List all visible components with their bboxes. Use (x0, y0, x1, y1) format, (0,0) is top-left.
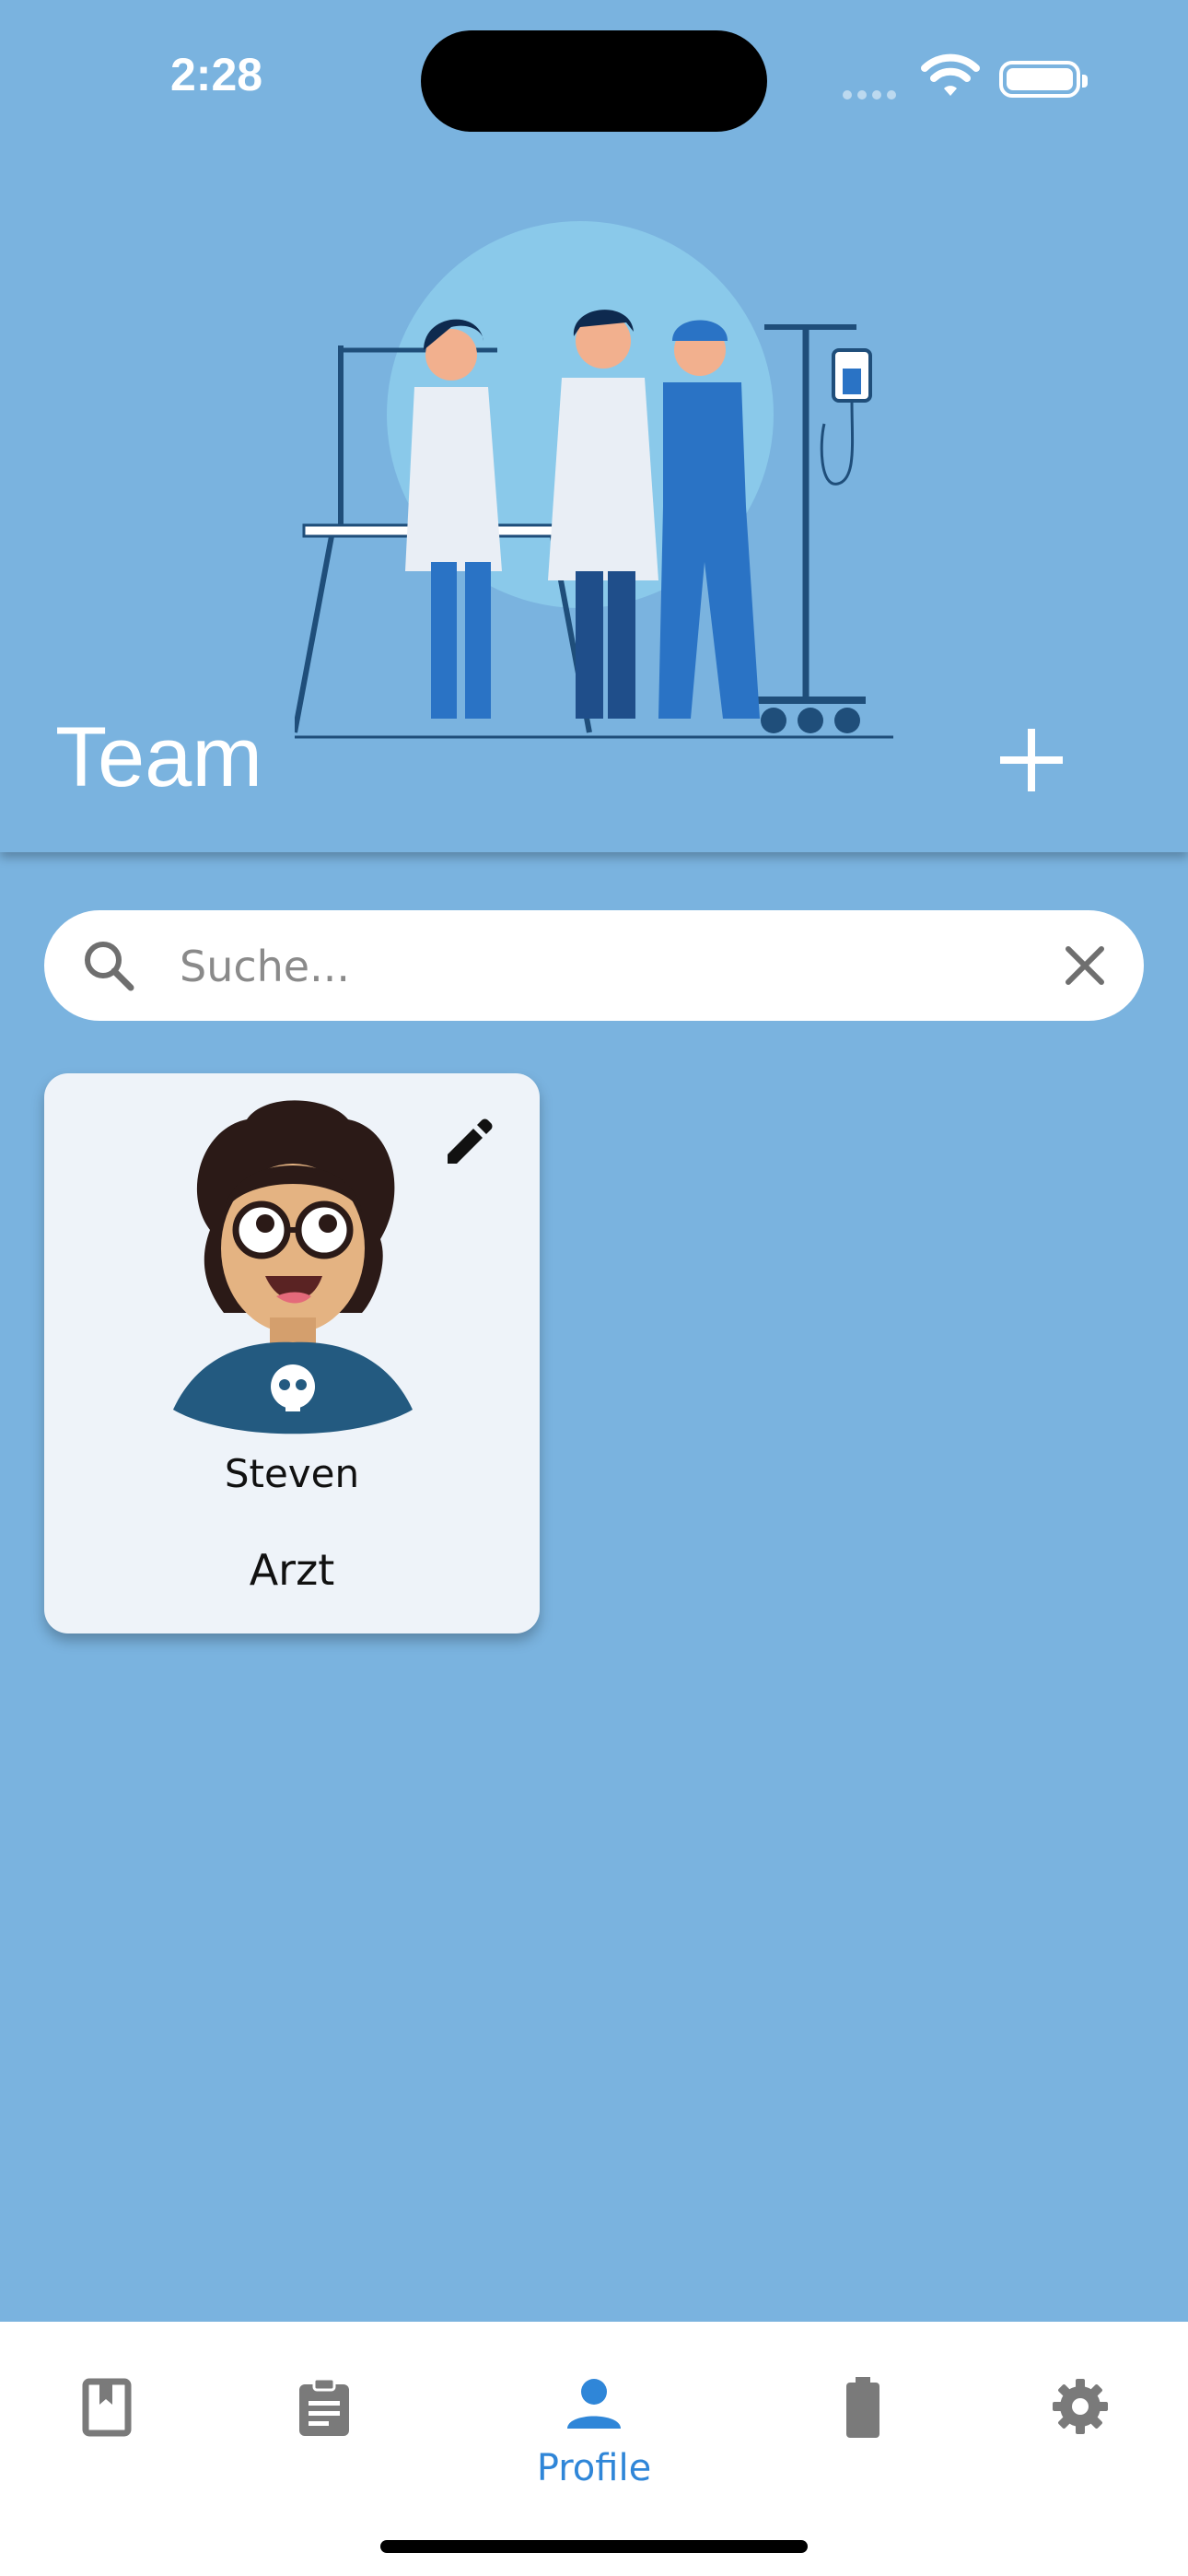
wifi-icon (921, 53, 980, 96)
edit-icon[interactable] (440, 1114, 495, 1169)
book-icon (82, 2378, 132, 2437)
page-title: Team (55, 710, 262, 804)
member-role: Arzt (249, 1545, 335, 1595)
search-input[interactable] (178, 929, 1010, 1004)
header: 2:28 Team (0, 0, 1188, 852)
battery-icon (846, 2377, 879, 2438)
member-name: Steven (224, 1451, 360, 1496)
add-member-button[interactable] (995, 723, 1068, 797)
nav-item-battery[interactable] (789, 2359, 937, 2515)
team-illustration (295, 221, 893, 739)
search-bar (44, 910, 1144, 1021)
avatar (173, 1100, 413, 1434)
person-icon (567, 2379, 621, 2429)
clipboard-icon (299, 2377, 349, 2436)
nav-label-profile: Profile (536, 2447, 652, 2489)
gear-icon (1053, 2379, 1108, 2434)
clear-search-icon[interactable] (1057, 938, 1112, 993)
nav-item-settings[interactable] (1007, 2359, 1154, 2515)
status-time: 2:28 (170, 49, 263, 100)
home-indicator (380, 2540, 808, 2553)
signal-icon (843, 86, 902, 103)
bottom-navigation: Profile (0, 2322, 1188, 2576)
search-icon (85, 942, 134, 991)
team-member-card[interactable]: Steven Arzt (44, 1073, 540, 1633)
nav-item-clipboard[interactable] (250, 2359, 398, 2515)
nav-item-book[interactable] (33, 2359, 181, 2515)
dynamic-island (421, 30, 767, 132)
battery-status-icon (999, 61, 1088, 98)
nav-item-profile[interactable]: Profile (520, 2359, 668, 2515)
